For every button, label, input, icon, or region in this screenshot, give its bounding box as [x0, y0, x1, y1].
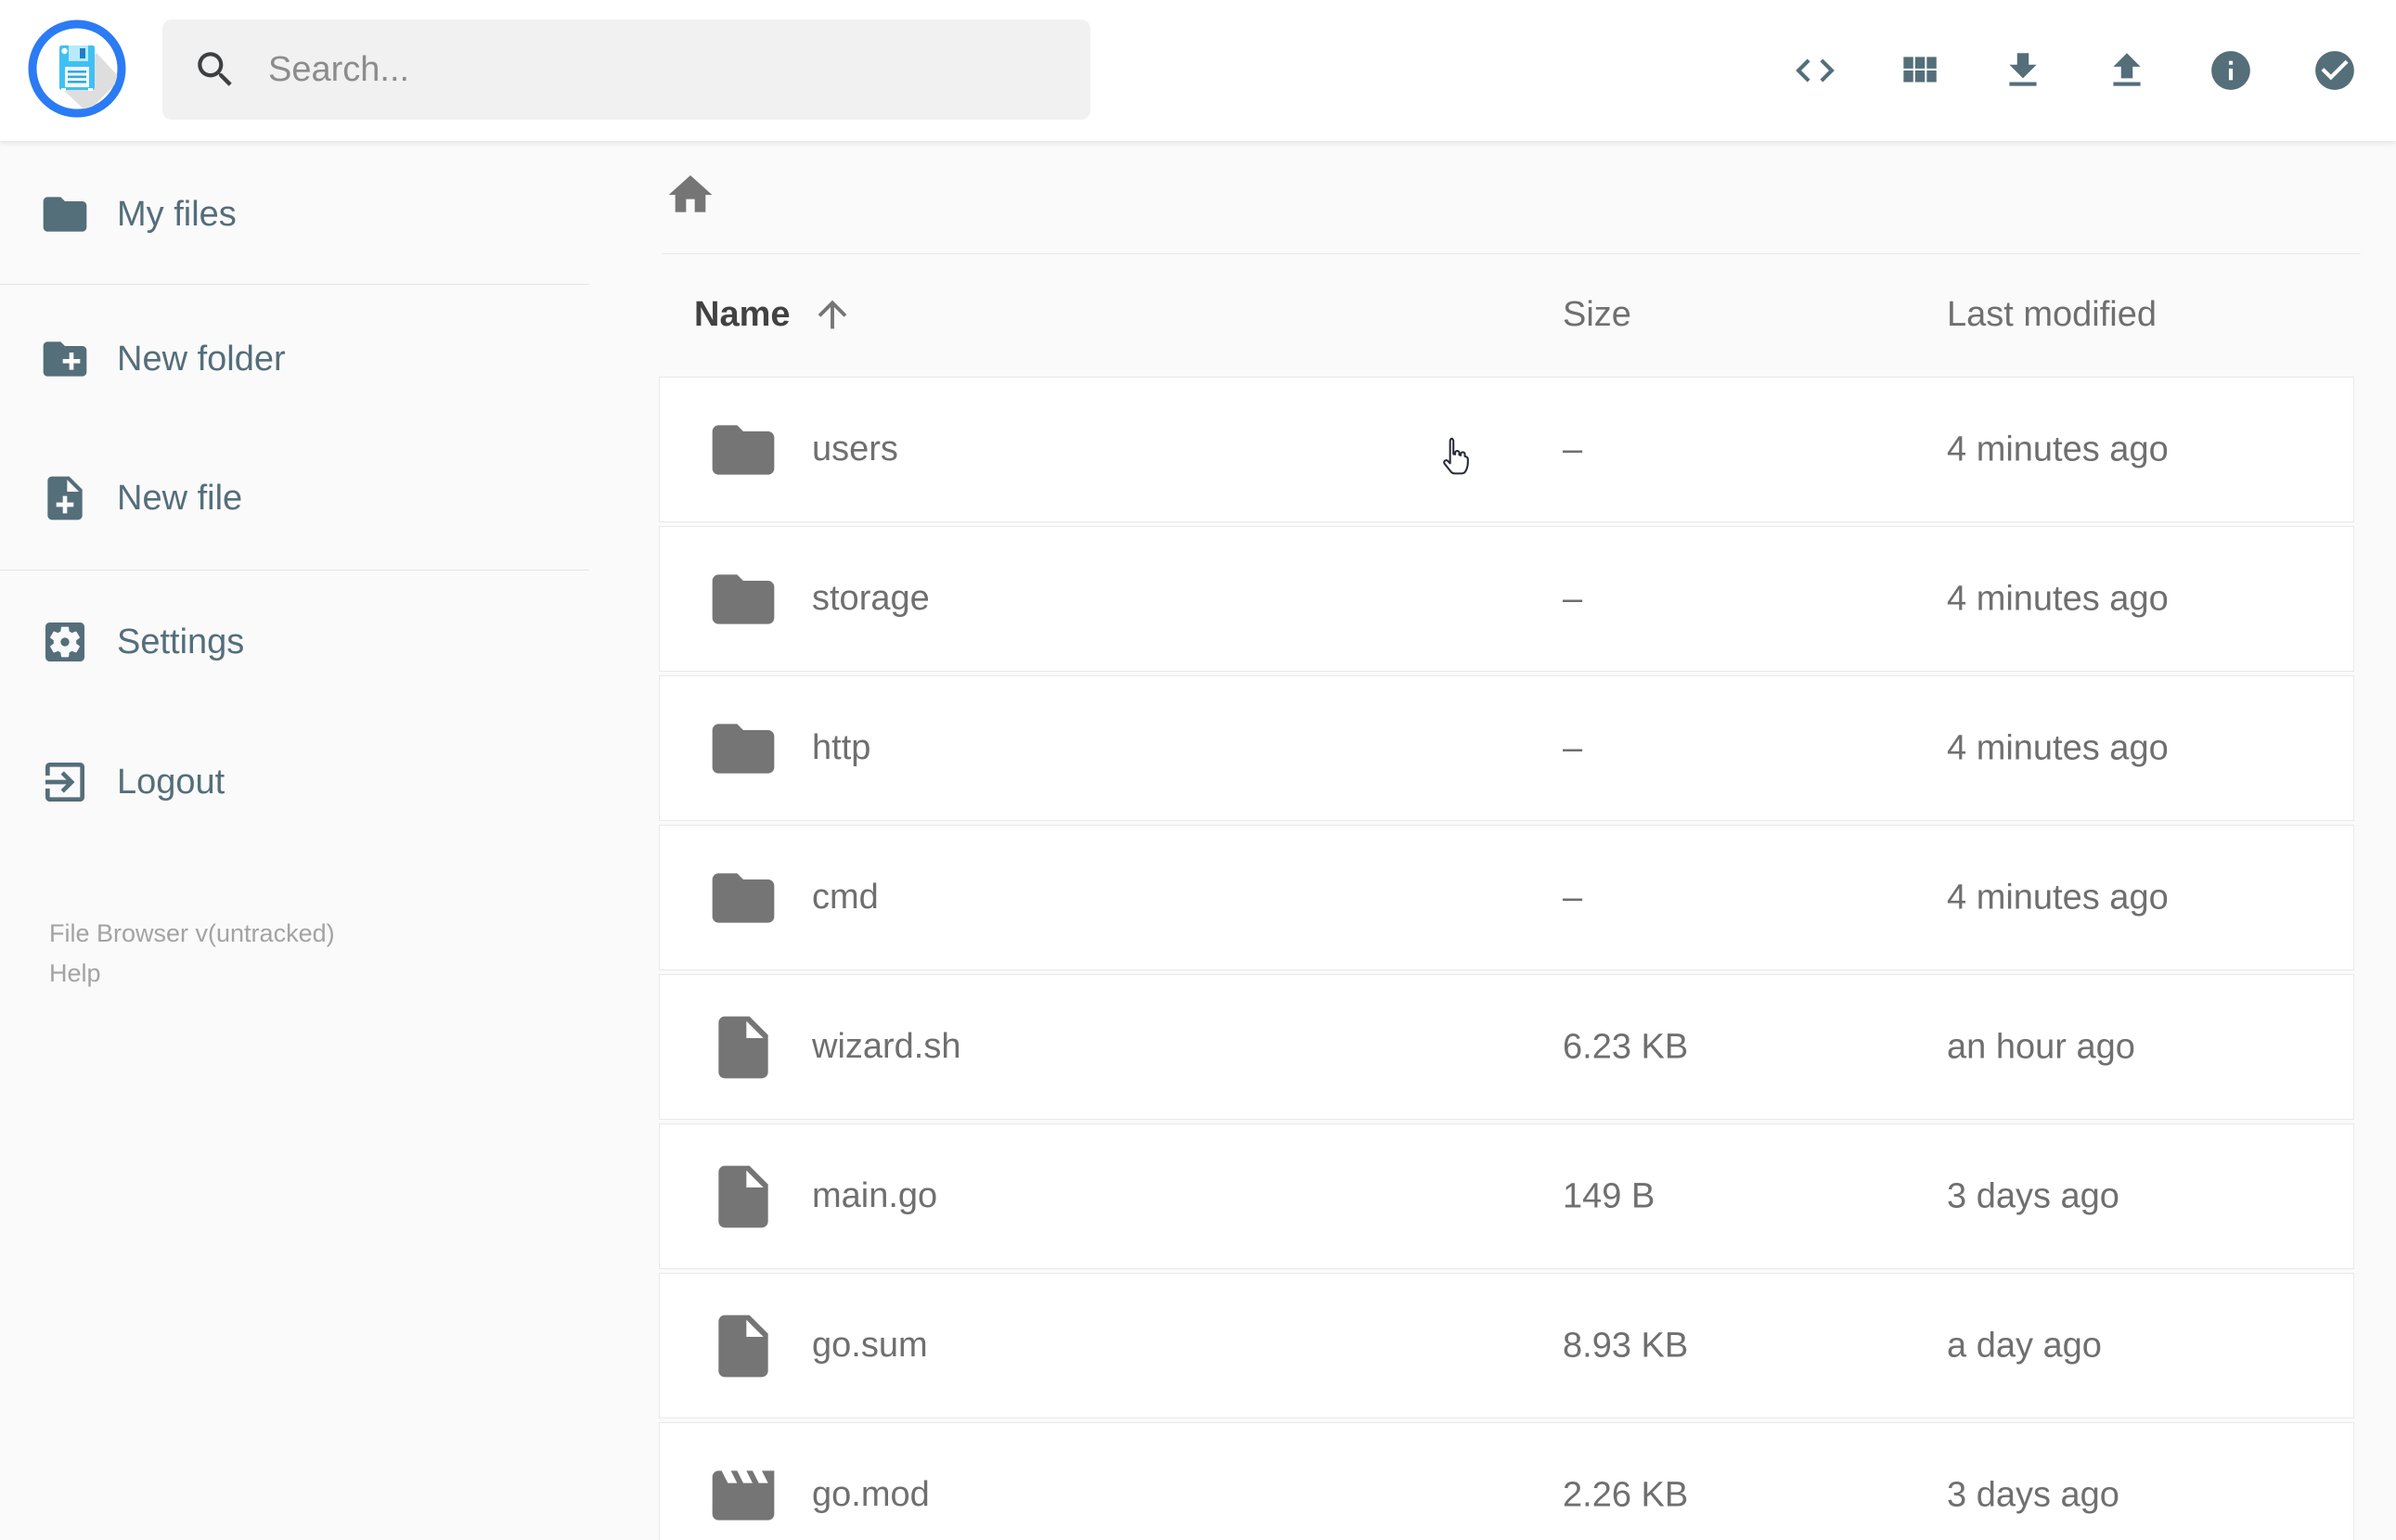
- sidebar-item-label: My files: [117, 194, 237, 234]
- app-logo-floppy-icon[interactable]: [28, 19, 126, 118]
- file-browser-app: My files New folder New file Settings: [0, 0, 2396, 1540]
- search-input[interactable]: [266, 48, 1031, 91]
- file-size: 149 B: [1563, 1176, 1655, 1215]
- movie-icon: [712, 1469, 775, 1521]
- file-modified: a day ago: [1947, 1326, 2102, 1365]
- app-version-text: File Browser v(untracked): [49, 919, 335, 947]
- search-box[interactable]: [162, 19, 1090, 120]
- file-modified: 4 minutes ago: [1947, 430, 2169, 468]
- header-bar: [0, 0, 2396, 141]
- file-size: 2.26 KB: [1563, 1475, 1689, 1514]
- new-folder-icon: [43, 341, 87, 377]
- check-circle-icon: [2315, 51, 2354, 90]
- info-button[interactable]: [2208, 47, 2254, 94]
- file-size: –: [1563, 728, 1583, 767]
- file-name: main.go: [812, 1176, 938, 1215]
- file-icon: [718, 1016, 768, 1078]
- file-icon: [718, 1165, 768, 1227]
- table-row[interactable]: users – 4 minutes ago: [659, 377, 2354, 522]
- file-modified: 4 minutes ago: [1947, 728, 2169, 767]
- sidebar-item-my-files[interactable]: My files: [0, 185, 589, 244]
- folder-icon: [712, 424, 775, 475]
- sidebar-footer: File Browser v(untracked) Help: [49, 914, 335, 994]
- sidebar-item-label: Settings: [117, 622, 245, 661]
- grid-view-icon: [1903, 57, 1937, 83]
- sidebar: My files New folder New file Settings Lo…: [0, 141, 589, 1540]
- file-size: –: [1563, 430, 1583, 468]
- code-view-button[interactable]: [1792, 47, 1838, 94]
- logout-icon: [45, 763, 84, 802]
- file-size: 8.93 KB: [1563, 1326, 1689, 1365]
- folder-icon: [712, 723, 775, 774]
- sidebar-item-settings[interactable]: Settings: [0, 612, 589, 672]
- file-modified: 4 minutes ago: [1947, 579, 2169, 618]
- table-row[interactable]: go.sum 8.93 KB a day ago: [659, 1273, 2354, 1418]
- file-modified: 4 minutes ago: [1947, 878, 2169, 917]
- search-icon: [198, 52, 232, 86]
- file-name: cmd: [812, 878, 879, 917]
- folder-icon: [43, 197, 87, 232]
- table-row[interactable]: http – 4 minutes ago: [659, 675, 2354, 821]
- new-file-icon: [47, 476, 83, 520]
- file-icon: [718, 1315, 768, 1377]
- info-icon: [2211, 51, 2250, 90]
- list-header: Name Size Last modified: [0, 289, 2396, 340]
- sidebar-item-logout[interactable]: Logout: [0, 752, 589, 812]
- file-listing: users – 4 minutes ago storage – 4 minute…: [659, 377, 2354, 1540]
- code-icon: [1796, 58, 1835, 83]
- download-icon: [2009, 53, 2037, 86]
- table-row[interactable]: wizard.sh 6.23 KB an hour ago: [659, 974, 2354, 1120]
- file-name: go.sum: [812, 1326, 928, 1365]
- sort-ascending-arrow-icon: [818, 300, 846, 329]
- file-modified: 3 days ago: [1947, 1475, 2119, 1514]
- table-row[interactable]: go.mod 2.26 KB 3 days ago: [659, 1422, 2354, 1540]
- breadcrumb-divider: [662, 253, 2361, 254]
- header-actions: [1792, 0, 2358, 141]
- file-size: 6.23 KB: [1563, 1027, 1689, 1066]
- file-name: storage: [812, 579, 930, 618]
- column-header-name[interactable]: Name: [694, 289, 854, 340]
- file-name: go.mod: [812, 1475, 930, 1514]
- table-row[interactable]: cmd – 4 minutes ago: [659, 825, 2354, 970]
- table-row[interactable]: storage – 4 minutes ago: [659, 526, 2354, 672]
- column-header-size[interactable]: Size: [1563, 289, 1631, 340]
- file-name: users: [812, 430, 898, 468]
- home-icon: [668, 175, 713, 212]
- file-name: http: [812, 728, 871, 767]
- file-name: wizard.sh: [812, 1027, 961, 1066]
- file-modified: 3 days ago: [1947, 1176, 2119, 1215]
- download-button[interactable]: [2000, 47, 2046, 94]
- select-multiple-button[interactable]: [2312, 47, 2358, 94]
- folder-icon: [712, 872, 775, 923]
- sidebar-item-label: New folder: [117, 339, 286, 379]
- sidebar-divider: [0, 570, 589, 571]
- upload-icon: [2113, 53, 2141, 86]
- help-link[interactable]: Help: [49, 954, 335, 994]
- upload-button[interactable]: [2104, 47, 2150, 94]
- settings-icon: [45, 622, 84, 661]
- grid-view-button[interactable]: [1896, 47, 1942, 94]
- sidebar-item-label: Logout: [117, 762, 225, 802]
- column-header-modified[interactable]: Last modified: [1947, 289, 2157, 340]
- sidebar-item-new-file[interactable]: New file: [0, 468, 589, 528]
- sidebar-item-label: New file: [117, 478, 243, 518]
- folder-icon: [712, 573, 775, 624]
- file-size: –: [1563, 878, 1583, 917]
- file-size: –: [1563, 579, 1583, 618]
- sidebar-divider: [0, 284, 589, 285]
- file-modified: an hour ago: [1947, 1027, 2135, 1066]
- table-row[interactable]: main.go 149 B 3 days ago: [659, 1123, 2354, 1269]
- breadcrumb-home-button[interactable]: [664, 169, 716, 221]
